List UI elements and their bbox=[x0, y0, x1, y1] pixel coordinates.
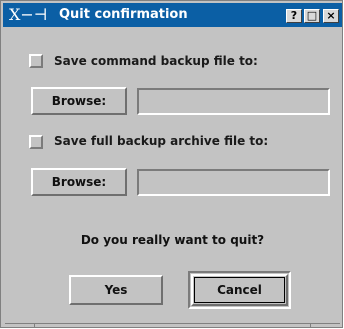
close-button[interactable]: × bbox=[323, 9, 339, 23]
title-bar[interactable]: X−⊣ Quit confirmation ? □ × bbox=[3, 3, 342, 27]
x-window-icon[interactable]: X−⊣ bbox=[9, 6, 53, 24]
resize-handle-right[interactable] bbox=[310, 323, 340, 328]
maximize-button[interactable]: □ bbox=[304, 9, 320, 23]
quit-confirmation-dialog: X−⊣ Quit confirmation ? □ × Save command… bbox=[0, 0, 343, 328]
help-button[interactable]: ? bbox=[286, 9, 302, 23]
command-backup-path-field[interactable] bbox=[137, 88, 330, 115]
browse-command-backup-button[interactable]: Browse: bbox=[31, 87, 127, 115]
default-focus-ring bbox=[194, 277, 285, 303]
save-full-backup-checkbox[interactable] bbox=[29, 135, 43, 149]
yes-button[interactable]: Yes bbox=[69, 275, 163, 305]
browse-full-backup-button[interactable]: Browse: bbox=[31, 168, 127, 196]
window-bottom-border bbox=[5, 323, 340, 327]
window-title: Quit confirmation bbox=[59, 7, 188, 22]
save-command-backup-label[interactable]: Save command backup file to: bbox=[54, 54, 258, 68]
resize-handle-left[interactable] bbox=[5, 323, 35, 328]
save-command-backup-checkbox[interactable] bbox=[29, 54, 43, 68]
save-full-backup-label[interactable]: Save full backup archive file to: bbox=[54, 134, 268, 148]
quit-question: Do you really want to quit? bbox=[80, 233, 265, 247]
full-backup-path-field[interactable] bbox=[137, 169, 330, 196]
